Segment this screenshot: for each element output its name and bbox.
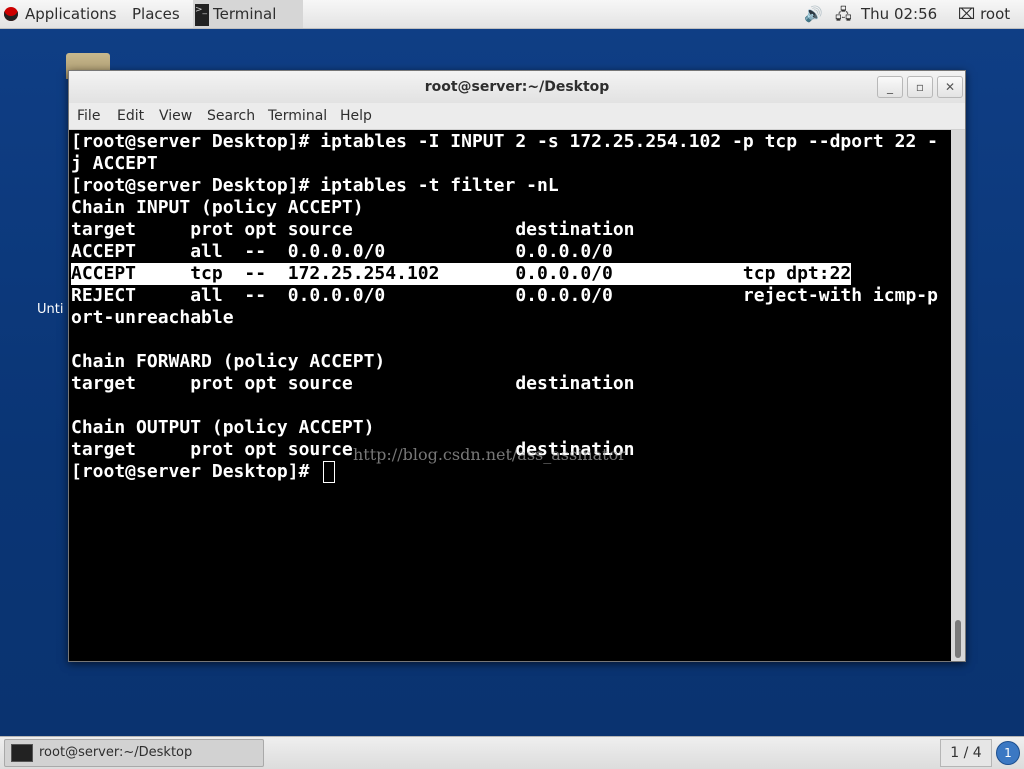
- terminal-icon: [11, 743, 33, 762]
- terminal-line: ACCEPT all -- 0.0.0.0/0 0.0.0.0/0: [71, 241, 613, 262]
- network-icon[interactable]: 🖧: [835, 0, 852, 28]
- scrollbar-thumb[interactable]: [955, 620, 961, 658]
- menu-search[interactable]: Search: [207, 103, 255, 129]
- top-panel: Applications Places >_ Terminal 🔊 🖧 Thu 0…: [0, 0, 1024, 29]
- redhat-logo-icon: [4, 7, 18, 21]
- terminal-window: root@server:~/Desktop _ ▫ ✕ File Edit Vi…: [68, 70, 966, 662]
- user-label: root: [980, 5, 1011, 23]
- terminal-line: REJECT all -- 0.0.0.0/0 0.0.0.0/0 reject…: [71, 285, 938, 306]
- terminal-output[interactable]: [root@server Desktop]# iptables -I INPUT…: [69, 130, 951, 660]
- terminal-line: target prot opt source destination: [71, 219, 635, 240]
- applications-menu[interactable]: Applications: [4, 0, 117, 28]
- terminal-line: Chain OUTPUT (policy ACCEPT): [71, 417, 375, 438]
- close-button[interactable]: ✕: [937, 76, 963, 98]
- terminal-line: Chain FORWARD (policy ACCEPT): [71, 351, 386, 372]
- menu-terminal[interactable]: Terminal: [268, 103, 327, 129]
- workspace-indicator[interactable]: 1 / 4: [940, 739, 992, 767]
- volume-icon[interactable]: 🔊: [804, 0, 823, 28]
- user-menu[interactable]: ⌧ root: [958, 0, 1010, 28]
- taskbar-item-terminal[interactable]: root@server:~/Desktop: [4, 739, 264, 767]
- notification-badge[interactable]: 1: [996, 741, 1020, 765]
- menubar: File Edit View Search Terminal Help: [69, 103, 965, 130]
- terminal-prompt-line: [root@server Desktop]#: [71, 461, 321, 482]
- terminal-line-selected: ACCEPT tcp -- 172.25.254.102 0.0.0.0/0 t…: [71, 263, 852, 285]
- watermark: http://blog.csdn.net/ass_assinator: [353, 445, 626, 464]
- user-icon: ⌧: [958, 5, 976, 23]
- window-titlebar[interactable]: root@server:~/Desktop _ ▫ ✕: [69, 71, 965, 104]
- minimize-button[interactable]: _: [877, 76, 903, 98]
- window-title: root@server:~/Desktop: [424, 79, 610, 95]
- menu-view[interactable]: View: [159, 103, 192, 129]
- menu-file[interactable]: File: [77, 103, 100, 129]
- clock[interactable]: Thu 02:56: [861, 0, 937, 28]
- terminal-cursor: [323, 461, 335, 483]
- terminal-line: Chain INPUT (policy ACCEPT): [71, 197, 364, 218]
- desktop-icon-label[interactable]: Unti: [37, 302, 63, 317]
- terminal-line: ort-unreachable: [71, 307, 234, 328]
- terminal-scrollbar[interactable]: [951, 130, 965, 661]
- terminal-line: j ACCEPT: [71, 153, 158, 174]
- maximize-button[interactable]: ▫: [907, 76, 933, 98]
- terminal-line: [root@server Desktop]# iptables -I INPUT…: [71, 131, 938, 152]
- menu-help[interactable]: Help: [340, 103, 372, 129]
- taskbar-item-label: root@server:~/Desktop: [39, 745, 193, 760]
- terminal-app-menu[interactable]: >_ Terminal: [193, 0, 303, 28]
- menu-edit[interactable]: Edit: [117, 103, 144, 129]
- bottom-panel: root@server:~/Desktop 1 / 4 1: [0, 736, 1024, 769]
- terminal-line: [root@server Desktop]# iptables -t filte…: [71, 175, 559, 196]
- terminal-line: target prot opt source destination: [71, 373, 635, 394]
- places-menu[interactable]: Places: [132, 0, 180, 28]
- terminal-icon: >_: [195, 3, 209, 26]
- applications-label: Applications: [25, 5, 117, 23]
- terminal-app-label: Terminal: [213, 5, 277, 23]
